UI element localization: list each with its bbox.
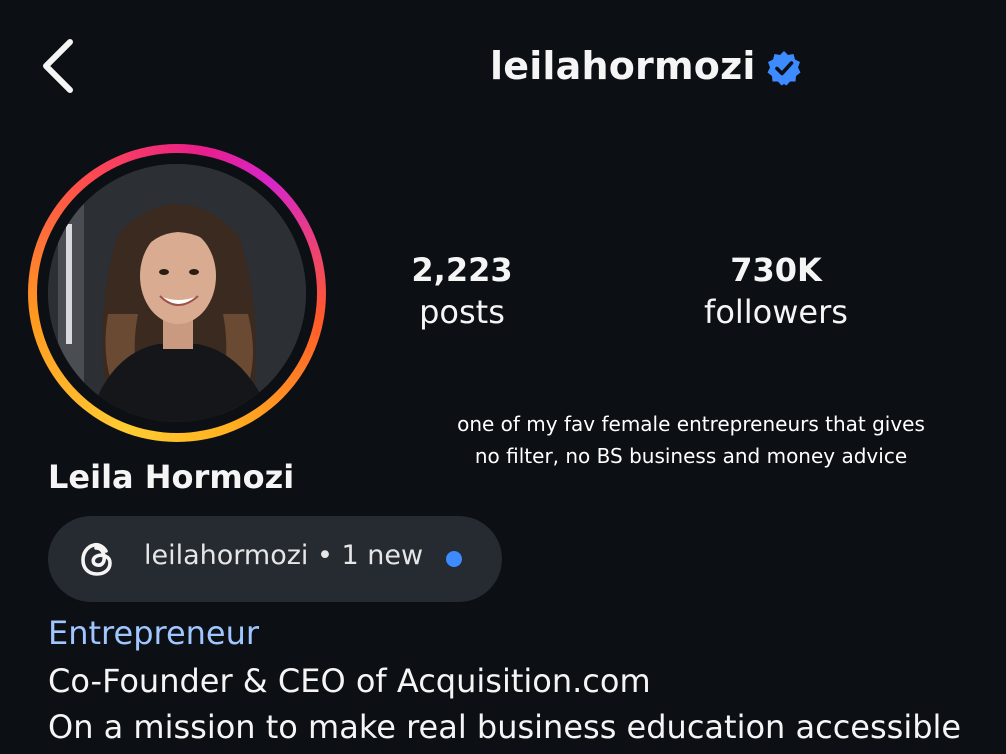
username-title: leilahormozi [490,44,756,88]
threads-separator: • [317,540,333,571]
caption-line-1: one of my fav female entrepreneurs that … [457,412,925,436]
profile-header: leilahormozi [0,38,1006,96]
story-ring[interactable] [28,144,326,442]
threads-label: leilahormozi • 1 new [144,540,423,571]
category-label[interactable]: Entrepreneur [48,614,259,652]
threads-new-count: 1 new [341,540,424,571]
new-indicator-dot [446,551,462,567]
followers-count: 730K [730,251,822,289]
posts-stat[interactable]: 2,223 posts [382,250,542,334]
threads-handle: leilahormozi [144,540,309,571]
bio-line-1: Co-Founder & CEO of Acquisition.com [48,662,651,700]
followers-stat[interactable]: 730K followers [676,250,876,334]
avatar[interactable] [48,164,306,422]
posts-count: 2,223 [411,251,513,289]
threads-badge-button[interactable]: leilahormozi • 1 new [48,516,502,602]
followers-label: followers [704,293,848,331]
bio-line-2: On a mission to make real business educa… [48,708,962,746]
verified-badge-icon [767,51,801,86]
caption-line-2: no filter, no BS business and money advi… [474,444,908,468]
overlay-caption: one of my fav female entrepreneurs that … [400,408,982,472]
avatar-portrait [48,164,306,422]
threads-icon [81,542,112,576]
full-name: Leila Hormozi [48,458,295,496]
posts-label: posts [419,293,505,331]
